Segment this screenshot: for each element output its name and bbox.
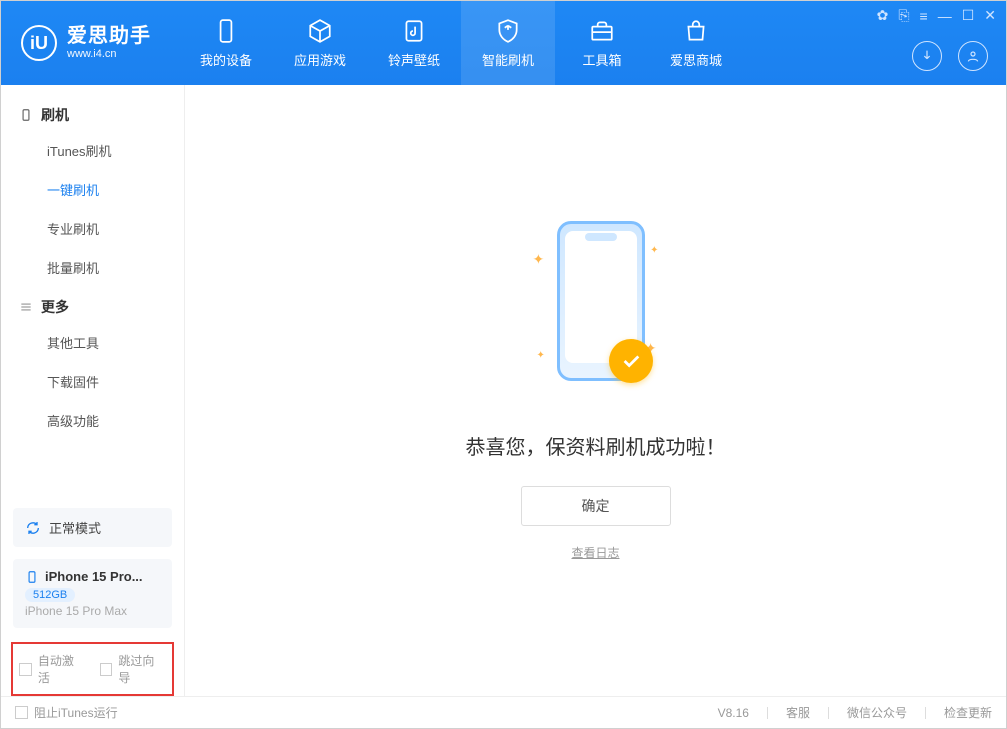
nav-label: 铃声壁纸 <box>388 50 440 69</box>
refresh-icon <box>25 520 41 536</box>
nav-apps-games[interactable]: 应用游戏 <box>273 1 367 85</box>
checkbox-auto-activate[interactable]: 自动激活 <box>19 652 86 686</box>
logo-icon: iU <box>21 25 57 61</box>
sidebar-group-flash[interactable]: 刷机 <box>1 95 184 131</box>
logo-text: 爱思助手 www.i4.cn <box>67 25 151 61</box>
main-content: ✦ ✦ ✦ ✦ 恭喜您，保资料刷机成功啦！ 确定 查看日志 <box>185 85 1006 696</box>
highlight-checkbox-box: 自动激活 跳过向导 <box>11 642 174 696</box>
sidebar-group-more[interactable]: 更多 <box>1 287 184 323</box>
nav-my-device[interactable]: 我的设备 <box>179 1 273 85</box>
skin-icon[interactable]: ✿ <box>877 7 889 24</box>
group-title: 刷机 <box>41 105 69 125</box>
minimize-icon[interactable]: — <box>938 8 952 24</box>
sidebar-item-batch-flash[interactable]: 批量刷机 <box>1 248 184 287</box>
ok-button[interactable]: 确定 <box>521 486 671 526</box>
nav-smart-flash[interactable]: 智能刷机 <box>461 1 555 85</box>
version-label: V8.16 <box>718 706 749 720</box>
footer: 阻止iTunes运行 V8.16 客服 微信公众号 检查更新 <box>1 696 1006 728</box>
nav-label: 工具箱 <box>582 50 621 69</box>
checkbox-icon <box>15 706 28 719</box>
checkbox-label: 自动激活 <box>38 652 86 686</box>
sidebar-item-itunes-flash[interactable]: iTunes刷机 <box>1 131 184 170</box>
sidebar-item-other-tools[interactable]: 其他工具 <box>1 323 184 362</box>
nav-label: 应用游戏 <box>294 50 346 69</box>
footer-link-wechat[interactable]: 微信公众号 <box>847 704 907 721</box>
more-icon <box>19 300 33 314</box>
separator <box>828 707 829 719</box>
checkbox-block-itunes[interactable]: 阻止iTunes运行 <box>15 704 118 721</box>
storage-badge: 512GB <box>25 588 75 602</box>
sidebar-item-advanced[interactable]: 高级功能 <box>1 401 184 440</box>
spacer <box>1 440 184 502</box>
checkbox-icon <box>19 663 32 676</box>
checkbox-label: 阻止iTunes运行 <box>34 704 118 721</box>
phone-icon <box>25 570 39 584</box>
nav-label: 爱思商城 <box>670 50 722 69</box>
checkbox-skip-wizard[interactable]: 跳过向导 <box>100 652 167 686</box>
menu-icon[interactable]: ≡ <box>920 8 928 24</box>
device-name: iPhone 15 Pro... <box>45 569 143 584</box>
nav-ringtone-wallpaper[interactable]: 铃声壁纸 <box>367 1 461 85</box>
nav-toolbox[interactable]: 工具箱 <box>555 1 649 85</box>
nav-label: 智能刷机 <box>482 50 534 69</box>
checkbox-icon <box>100 663 113 676</box>
user-button[interactable] <box>958 41 988 71</box>
sidebar-item-pro-flash[interactable]: 专业刷机 <box>1 209 184 248</box>
footer-link-update[interactable]: 检查更新 <box>944 704 992 721</box>
shield-icon <box>495 18 521 44</box>
device-icon <box>19 108 33 122</box>
mode-label: 正常模式 <box>49 518 101 537</box>
device-card[interactable]: iPhone 15 Pro... 512GB iPhone 15 Pro Max <box>13 559 172 628</box>
success-check-icon <box>609 339 653 383</box>
footer-link-support[interactable]: 客服 <box>786 704 810 721</box>
checkbox-label: 跳过向导 <box>118 652 166 686</box>
group-title: 更多 <box>41 297 69 317</box>
sidebar: 刷机 iTunes刷机 一键刷机 专业刷机 批量刷机 更多 其他工具 下载固件 … <box>1 85 185 696</box>
header: iU 爱思助手 www.i4.cn 我的设备 应用游戏 铃声壁纸 智能刷机 <box>1 1 1006 85</box>
maximize-icon[interactable]: ☐ <box>962 7 975 24</box>
sparkle-icon: ✦ <box>533 251 545 268</box>
separator <box>925 707 926 719</box>
phone-notch <box>585 233 617 241</box>
music-icon <box>401 18 427 44</box>
title-bar-controls: ✿ ⎘ ≡ — ☐ ✕ <box>877 7 996 24</box>
nav-label: 我的设备 <box>200 50 252 69</box>
success-message: 恭喜您，保资料刷机成功啦！ <box>466 431 726 460</box>
sparkle-icon: ✦ <box>650 245 658 256</box>
app-name: 爱思助手 <box>67 25 151 48</box>
download-button[interactable] <box>912 41 942 71</box>
device-name-row: iPhone 15 Pro... <box>25 569 160 584</box>
top-nav: 我的设备 应用游戏 铃声壁纸 智能刷机 工具箱 爱思商城 <box>179 1 743 85</box>
sparkle-icon: ✦ <box>537 350 545 361</box>
nav-store[interactable]: 爱思商城 <box>649 1 743 85</box>
separator <box>767 707 768 719</box>
success-illustration: ✦ ✦ ✦ ✦ <box>531 221 661 401</box>
app-url: www.i4.cn <box>67 48 151 61</box>
app-window: iU 爱思助手 www.i4.cn 我的设备 应用游戏 铃声壁纸 智能刷机 <box>0 0 1007 729</box>
feedback-icon[interactable]: ⎘ <box>898 7 909 24</box>
cube-icon <box>307 18 333 44</box>
header-right-buttons <box>912 41 988 71</box>
logo-block: iU 爱思助手 www.i4.cn <box>1 1 169 85</box>
toolbox-icon <box>589 18 615 44</box>
device-model: iPhone 15 Pro Max <box>25 604 160 618</box>
body: 刷机 iTunes刷机 一键刷机 专业刷机 批量刷机 更多 其他工具 下载固件 … <box>1 85 1006 696</box>
view-log-link[interactable]: 查看日志 <box>571 544 619 561</box>
device-mode-card[interactable]: 正常模式 <box>13 508 172 547</box>
close-icon[interactable]: ✕ <box>984 7 996 24</box>
bag-icon <box>683 18 709 44</box>
phone-icon <box>213 18 239 44</box>
sidebar-item-oneclick-flash[interactable]: 一键刷机 <box>1 170 184 209</box>
sidebar-item-download-firmware[interactable]: 下载固件 <box>1 362 184 401</box>
